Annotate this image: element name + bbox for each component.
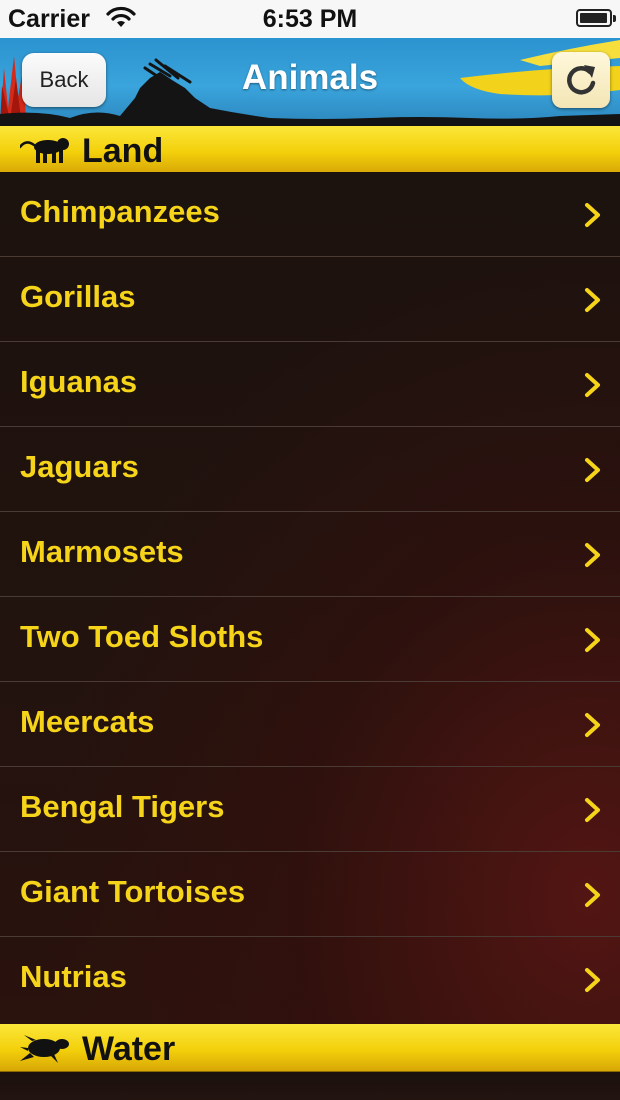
list-item-label: Gorillas <box>20 279 136 314</box>
land-animal-list: Chimpanzees Gorillas Iguanas Jaguars Mar… <box>0 172 620 1024</box>
page-title: Animals <box>241 58 379 97</box>
chevron-right-icon <box>584 287 602 318</box>
status-time: 6:53 PM <box>262 5 358 33</box>
list-item-label: Giant Tortoises <box>20 874 246 909</box>
chevron-right-icon <box>584 457 602 488</box>
list-item-label: Nutrias <box>20 959 127 994</box>
list-item-chimpanzees[interactable]: Chimpanzees <box>0 172 620 257</box>
list-item-gorillas[interactable]: Gorillas <box>0 257 620 342</box>
chevron-right-icon <box>584 372 602 403</box>
chevron-right-icon <box>584 967 602 998</box>
refresh-button[interactable] <box>552 52 610 108</box>
water-list-start <box>0 1072 620 1100</box>
chevron-right-icon <box>584 797 602 828</box>
refresh-icon <box>567 65 596 95</box>
list-item-giant-tortoises[interactable]: Giant Tortoises <box>0 852 620 937</box>
section-title-land: Land <box>82 132 164 170</box>
chevron-right-icon <box>584 542 602 573</box>
list-item-marmosets[interactable]: Marmosets <box>0 512 620 597</box>
list-item-jaguars[interactable]: Jaguars <box>0 427 620 512</box>
list-item-two-toed-sloths[interactable]: Two Toed Sloths <box>0 597 620 682</box>
turtle-icon <box>20 1033 70 1068</box>
list-item-label: Marmosets <box>20 534 184 569</box>
section-header-water: Water <box>0 1024 620 1072</box>
list-item-label: Jaguars <box>20 449 139 484</box>
battery-icon <box>576 9 616 27</box>
list-item-label: Iguanas <box>20 364 138 399</box>
list-item-iguanas[interactable]: Iguanas <box>0 342 620 427</box>
list-item-label: Bengal Tigers <box>20 789 225 824</box>
chevron-right-icon <box>584 627 602 658</box>
monkey-icon <box>18 135 70 170</box>
chevron-right-icon <box>584 202 602 233</box>
chevron-right-icon <box>584 882 602 913</box>
list-item-meercats[interactable]: Meercats <box>0 682 620 767</box>
list-item-bengal-tigers[interactable]: Bengal Tigers <box>0 767 620 852</box>
list-item-label: Chimpanzees <box>20 194 220 229</box>
list-item-label: Two Toed Sloths <box>20 619 264 654</box>
chevron-right-icon <box>584 712 602 743</box>
section-header-land: Land <box>0 126 620 174</box>
list-item-label: Meercats <box>20 704 155 739</box>
section-title-water: Water <box>82 1030 176 1068</box>
battery-level <box>580 13 607 23</box>
nav-bar: Back Animals <box>0 38 620 126</box>
status-bar: Carrier 6:53 PM <box>0 0 620 38</box>
list-item-nutrias[interactable]: Nutrias <box>0 937 620 1022</box>
